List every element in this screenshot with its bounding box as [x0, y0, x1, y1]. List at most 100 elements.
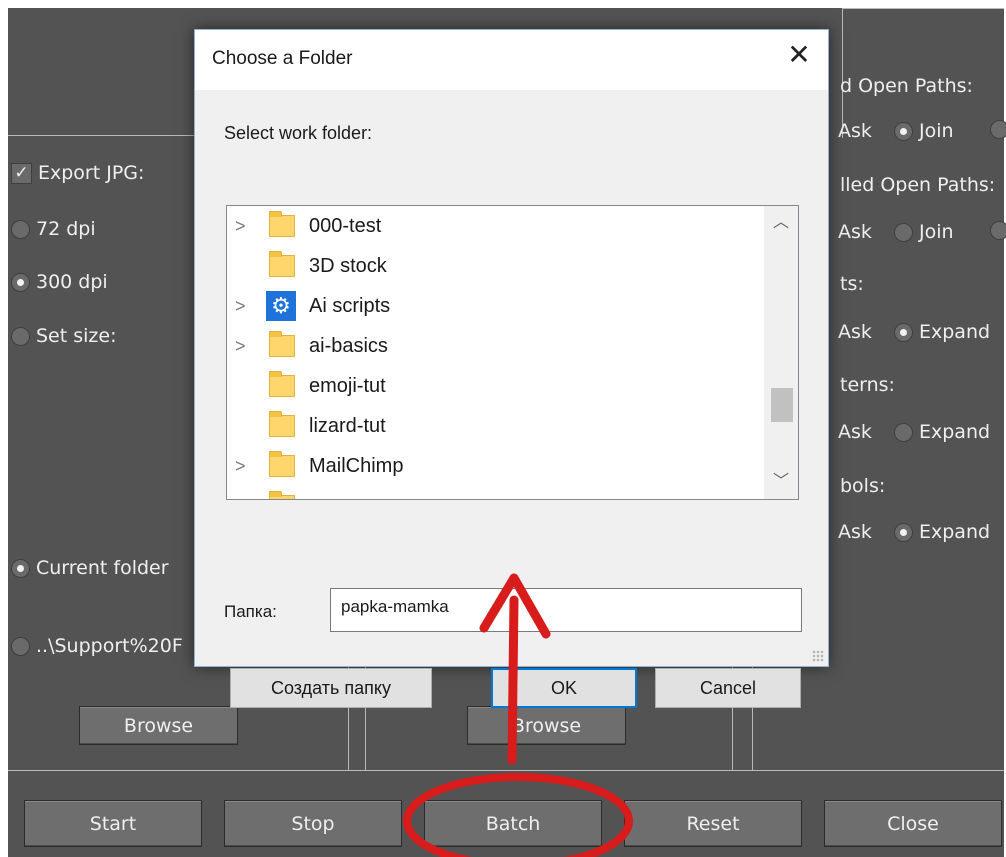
tree-item-label: lizard-tut: [309, 414, 386, 437]
choose-folder-dialog: Choose a Folder ✕ Select work folder: > …: [194, 29, 829, 708]
bols-expand-radio[interactable]: Expand: [894, 521, 990, 543]
tree-scrollbar[interactable]: ︿ ﹀: [764, 206, 798, 499]
bols-ask[interactable]: Ask: [838, 521, 872, 543]
set-size-label: Set size:: [36, 325, 117, 347]
chevron-up-icon[interactable]: ︿: [764, 208, 798, 238]
ok-button[interactable]: OK: [491, 668, 637, 708]
expand-label: Expand: [919, 421, 991, 443]
dpi72-radio[interactable]: 72 dpi: [11, 218, 96, 240]
radio-selected-icon: [894, 522, 913, 542]
radio-icon: [990, 120, 1006, 139]
chevron-down-icon[interactable]: ﹀: [764, 467, 798, 497]
ask-label: Ask: [838, 221, 872, 243]
filled-open-paths-label: lled Open Paths:: [840, 174, 996, 196]
tree-item-label: ai-basics: [309, 334, 388, 357]
tree-item[interactable]: [227, 486, 765, 499]
current-folder-radio[interactable]: Current folder: [11, 557, 169, 579]
radio-icon: [894, 422, 913, 442]
ask-label: Ask: [838, 421, 872, 443]
folder-tree[interactable]: > 000-test 3D stock > ⚙ Ai scripts > ai-…: [226, 205, 799, 500]
open-paths-extra-radio[interactable]: [990, 120, 1006, 139]
radio-selected-icon: [11, 272, 30, 292]
tree-item[interactable]: > 000-test: [227, 206, 765, 246]
radio-icon: [990, 221, 1006, 240]
folder-icon: [269, 211, 295, 237]
filled-ask[interactable]: Ask: [838, 221, 872, 243]
middle-browse-button[interactable]: Browse: [467, 706, 626, 745]
terns-label: terns:: [840, 374, 895, 396]
ask-label: Ask: [838, 521, 872, 543]
folder-icon: [269, 491, 295, 499]
chevron-right-icon[interactable]: >: [235, 336, 249, 357]
tree-item-label: Ai scripts: [309, 294, 391, 317]
batch-button[interactable]: Batch: [424, 800, 602, 847]
create-folder-button[interactable]: Создать папку: [230, 668, 432, 708]
dpi72-label: 72 dpi: [36, 218, 96, 240]
support-path-label: ..\Support%20F: [36, 635, 183, 657]
divider: [8, 135, 194, 136]
filled-extra-radio[interactable]: [990, 221, 1006, 240]
chevron-right-icon[interactable]: >: [235, 216, 249, 237]
tree-item[interactable]: lizard-tut: [227, 406, 765, 446]
scrollbar-thumb[interactable]: [771, 388, 793, 422]
tree-item-label: 000-test: [309, 214, 382, 237]
ask-label: Ask: [838, 321, 872, 343]
folder-icon: [269, 331, 295, 357]
chevron-right-icon[interactable]: >: [235, 296, 249, 317]
ask-label: Ask: [838, 120, 872, 142]
close-icon[interactable]: ✕: [784, 40, 814, 70]
ts-expand-radio[interactable]: Expand: [894, 321, 990, 343]
open-paths-label: d Open Paths:: [840, 75, 973, 97]
join-label: Join: [919, 120, 954, 142]
stop-button[interactable]: Stop: [224, 800, 402, 847]
tree-item-label: emoji-tut: [309, 374, 386, 397]
radio-selected-icon: [11, 558, 30, 578]
divider: [842, 8, 1004, 9]
radio-icon: [11, 326, 30, 346]
tree-item-label: 3D stock: [309, 254, 387, 277]
radio-selected-icon: [894, 121, 913, 141]
divider: [8, 770, 1004, 771]
open-paths-ask[interactable]: Ask: [838, 120, 872, 142]
check-icon: ✓: [11, 162, 32, 184]
folder-field-label: Папка:: [224, 602, 277, 621]
folder-icon: [269, 371, 295, 397]
folder-icon: [269, 411, 295, 437]
bols-label: bols:: [840, 475, 886, 497]
dialog-prompt: Select work folder:: [224, 123, 373, 143]
gear-icon: ⚙: [266, 291, 296, 321]
cancel-button[interactable]: Cancel: [655, 668, 801, 708]
reset-button[interactable]: Reset: [624, 800, 802, 847]
expand-label: Expand: [919, 521, 991, 543]
export-jpg-label: Export JPG:: [38, 162, 145, 184]
ts-label: ts:: [840, 273, 864, 295]
export-jpg-checkbox[interactable]: ✓ Export JPG:: [11, 162, 144, 184]
start-button[interactable]: Start: [24, 800, 202, 847]
dialog-title: Choose a Folder: [212, 48, 353, 69]
tree-item[interactable]: 3D stock: [227, 246, 765, 286]
support-path-radio[interactable]: ..\Support%20F: [11, 635, 183, 657]
tree-item[interactable]: > MailChimp: [227, 446, 765, 486]
tree-item[interactable]: > ⚙ Ai scripts: [227, 286, 765, 326]
close-button[interactable]: Close: [824, 800, 1002, 847]
radio-icon: [11, 636, 30, 656]
terns-ask[interactable]: Ask: [838, 421, 872, 443]
terns-expand-radio[interactable]: Expand: [894, 421, 990, 443]
tree-item[interactable]: emoji-tut: [227, 366, 765, 406]
set-size-radio[interactable]: Set size:: [11, 325, 116, 347]
resize-grip-icon[interactable]: [812, 650, 824, 662]
tree-item[interactable]: > ai-basics: [227, 326, 765, 366]
expand-label: Expand: [919, 321, 991, 343]
divider: [842, 8, 843, 138]
radio-selected-icon: [894, 322, 913, 342]
dpi300-radio[interactable]: 300 dpi: [11, 271, 108, 293]
chevron-right-icon[interactable]: >: [235, 456, 249, 477]
dpi300-label: 300 dpi: [36, 271, 108, 293]
dialog-body: Select work folder: > 000-test 3D stock …: [195, 90, 828, 708]
folder-name-input[interactable]: papka-mamka: [330, 588, 802, 632]
left-browse-button[interactable]: Browse: [79, 706, 238, 745]
open-paths-join-radio[interactable]: Join: [894, 120, 954, 142]
ts-ask[interactable]: Ask: [838, 321, 872, 343]
filled-join-radio[interactable]: Join: [894, 221, 954, 243]
tree-item-label: MailChimp: [309, 454, 404, 477]
